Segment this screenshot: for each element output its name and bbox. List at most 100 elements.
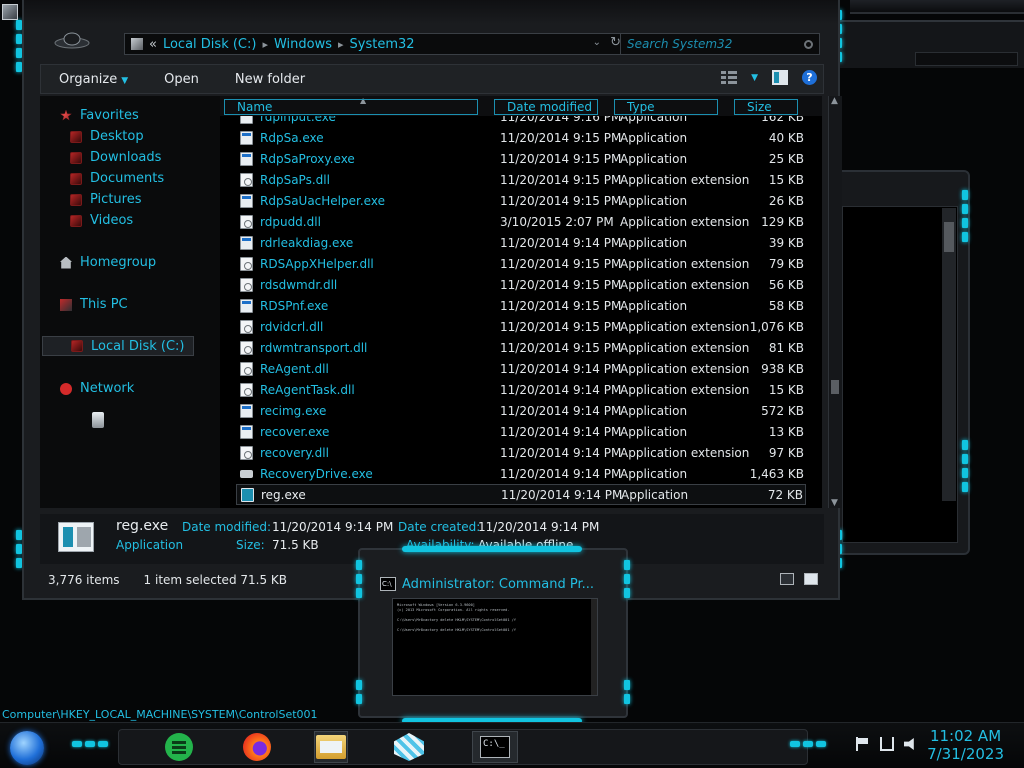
table-row[interactable]: rdsdwmdr.dll 11/20/2014 9:15 PM Applicatio… xyxy=(236,274,806,295)
file-size: 162 KB xyxy=(761,116,804,124)
file-date: 11/20/2014 9:14 PM xyxy=(500,382,622,397)
application-file-icon xyxy=(240,298,253,313)
table-row[interactable]: RecoveryDrive.exe 11/20/2014 9:14 PM Appli… xyxy=(236,463,806,484)
new-folder-button[interactable]: New folder xyxy=(217,72,323,87)
file-size: 938 KB xyxy=(761,361,804,376)
nav-item-this-pc[interactable]: This PC xyxy=(60,297,128,312)
table-row[interactable]: recover.exe 11/20/2014 9:14 PM Application… xyxy=(236,421,806,442)
clock[interactable]: 11:02 AM 7/31/2023 xyxy=(927,727,1004,763)
nav-item-documents[interactable]: Documents xyxy=(70,171,164,186)
file-size: 26 KB xyxy=(768,193,804,208)
file-list-scrollbar[interactable]: ▲ ▼ xyxy=(828,96,842,508)
nav-item-videos[interactable]: Videos xyxy=(70,213,133,228)
column-header-name[interactable]: Name xyxy=(224,99,478,115)
nav-item-network[interactable]: Network xyxy=(60,381,134,396)
table-row[interactable]: RDSAppXHelper.dll 11/20/2014 9:15 PM Appli… xyxy=(236,253,806,274)
file-date: 11/20/2014 9:14 PM xyxy=(500,361,622,376)
column-header-date-modified[interactable]: Date modified xyxy=(494,99,598,115)
action-center-flag-icon[interactable] xyxy=(856,737,870,751)
desktop-shortcut-icon[interactable] xyxy=(2,4,18,20)
large-icons-view-icon[interactable] xyxy=(804,573,818,585)
view-options-chevron-icon[interactable]: ▼ xyxy=(751,73,758,83)
cmd-scrollbar[interactable] xyxy=(591,599,597,695)
scroll-up-icon[interactable]: ▲ xyxy=(831,96,838,106)
nav-item-downloads[interactable]: Downloads xyxy=(70,150,161,165)
table-row[interactable]: reg.exe 11/20/2014 9:14 PM Application 72 K… xyxy=(236,484,806,505)
help-icon[interactable]: ? xyxy=(802,70,817,85)
table-row[interactable]: RdpSaProxy.exe 11/20/2014 9:15 PM Applicat… xyxy=(236,148,806,169)
taskbar-app-file-explorer[interactable] xyxy=(314,731,348,763)
table-row[interactable]: rdpinput.exe 11/20/2014 9:16 PM Applicatio… xyxy=(236,116,806,127)
table-row[interactable]: recimg.exe 11/20/2014 9:14 PM Application 5… xyxy=(236,400,806,421)
file-size: 72 KB xyxy=(767,487,803,502)
preview-pane-icon[interactable] xyxy=(772,70,788,85)
network-icon[interactable] xyxy=(880,737,894,751)
table-row[interactable]: rdwmtransport.dll 11/20/2014 9:15 PM Appli… xyxy=(236,337,806,358)
taskbar-app-command-prompt[interactable]: C:\_ xyxy=(472,731,518,763)
table-row[interactable]: rdvidcrl.dll 11/20/2014 9:15 PM Applicatio… xyxy=(236,316,806,337)
breadcrumb-separator[interactable]: ▸ xyxy=(338,38,344,51)
glow-accent xyxy=(356,680,362,704)
table-row[interactable]: RdpSa.exe 11/20/2014 9:15 PM Application 40… xyxy=(236,127,806,148)
breadcrumb-overflow[interactable]: « xyxy=(149,37,157,52)
file-name: recover.exe xyxy=(260,424,330,439)
organize-button[interactable]: Organize ▼ xyxy=(41,72,146,87)
file-name: ReAgentTask.dll xyxy=(260,382,355,397)
cmd-output: Microsoft Windows [Version 6.3.9600] (c)… xyxy=(397,603,516,632)
open-button[interactable]: Open xyxy=(146,72,217,87)
homegroup-icon xyxy=(60,256,72,269)
usb-drive-icon[interactable] xyxy=(92,412,104,428)
search-input[interactable]: Search System32 xyxy=(620,33,820,55)
table-row[interactable]: ReAgent.dll 11/20/2014 9:14 PM Application… xyxy=(236,358,806,379)
cmd-title-bar[interactable]: C:\ Administrator: Command Pr... xyxy=(380,572,606,596)
file-name: RdpSaProxy.exe xyxy=(260,151,355,166)
command-prompt-window[interactable]: C:\ Administrator: Command Pr... Microso… xyxy=(358,546,628,724)
table-row[interactable]: RdpSaPs.dll 11/20/2014 9:15 PM Application… xyxy=(236,169,806,190)
nav-item-favorites[interactable]: Favorites xyxy=(60,108,139,123)
glow-accent xyxy=(624,680,630,704)
background-window-scrollbar[interactable] xyxy=(942,208,956,501)
file-type: Application xyxy=(620,151,688,166)
computer-icon xyxy=(60,298,72,311)
videos-icon xyxy=(70,214,82,227)
nav-item-local-disk[interactable]: Local Disk (C:) xyxy=(42,336,194,356)
change-view-icon[interactable] xyxy=(721,70,738,85)
volume-icon[interactable] xyxy=(904,738,914,750)
table-row[interactable]: RdpSaUacHelper.exe 11/20/2014 9:15 PM Appl… xyxy=(236,190,806,211)
nav-item-homegroup[interactable]: Homegroup xyxy=(60,255,156,270)
breadcrumb-separator[interactable]: ▸ xyxy=(262,38,268,51)
start-button[interactable] xyxy=(10,731,44,765)
title-bar[interactable] xyxy=(24,0,838,24)
search-icon[interactable] xyxy=(804,40,813,49)
nav-item-desktop[interactable]: Desktop xyxy=(70,129,144,144)
ufo-logo-icon xyxy=(54,32,90,49)
breadcrumb-local-disk[interactable]: Local Disk (C:) xyxy=(163,37,256,52)
table-row[interactable]: RDSPnf.exe 11/20/2014 9:15 PM Application 5… xyxy=(236,295,806,316)
table-row[interactable]: ReAgentTask.dll 11/20/2014 9:14 PM Applica… xyxy=(236,379,806,400)
nav-item-pictures[interactable]: Pictures xyxy=(70,192,141,207)
table-row[interactable]: recovery.dll 11/20/2014 9:14 PM Applicatio… xyxy=(236,442,806,463)
registry-path-text: Computer\HKEY_LOCAL_MACHINE\SYSTEM\Contr… xyxy=(2,708,318,721)
scroll-down-icon[interactable]: ▼ xyxy=(831,498,838,508)
taskbar-app-sheets[interactable] xyxy=(162,731,196,763)
application-file-icon xyxy=(241,487,254,502)
chevron-down-icon[interactable]: ⌄ xyxy=(593,37,601,48)
file-date: 11/20/2014 9:14 PM xyxy=(501,487,623,502)
table-row[interactable]: rdrleakdiag.exe 11/20/2014 9:14 PM Applica… xyxy=(236,232,806,253)
breadcrumb-system32[interactable]: System32 xyxy=(350,37,415,52)
taskbar-app-cubes[interactable] xyxy=(392,731,426,763)
column-header-size[interactable]: Size xyxy=(734,99,798,115)
dll-file-icon xyxy=(240,445,253,460)
breadcrumb-windows[interactable]: Windows xyxy=(274,37,332,52)
cmd-console[interactable]: Microsoft Windows [Version 6.3.9600] (c)… xyxy=(392,598,598,696)
details-view-icon[interactable] xyxy=(780,573,794,585)
taskbar-app-firefox[interactable] xyxy=(240,731,274,763)
cubes-app-icon xyxy=(394,733,424,761)
scrollbar-thumb[interactable] xyxy=(831,380,839,394)
application-file-icon xyxy=(240,424,253,439)
background-window[interactable] xyxy=(830,170,970,555)
file-size: 1,076 KB xyxy=(749,319,804,334)
column-header-type[interactable]: Type xyxy=(614,99,718,115)
address-bar[interactable]: « Local Disk (C:) ▸ Windows ▸ System32 ⌄… xyxy=(124,33,630,55)
table-row[interactable]: rdpudd.dll 3/10/2015 2:07 PM Application e… xyxy=(236,211,806,232)
